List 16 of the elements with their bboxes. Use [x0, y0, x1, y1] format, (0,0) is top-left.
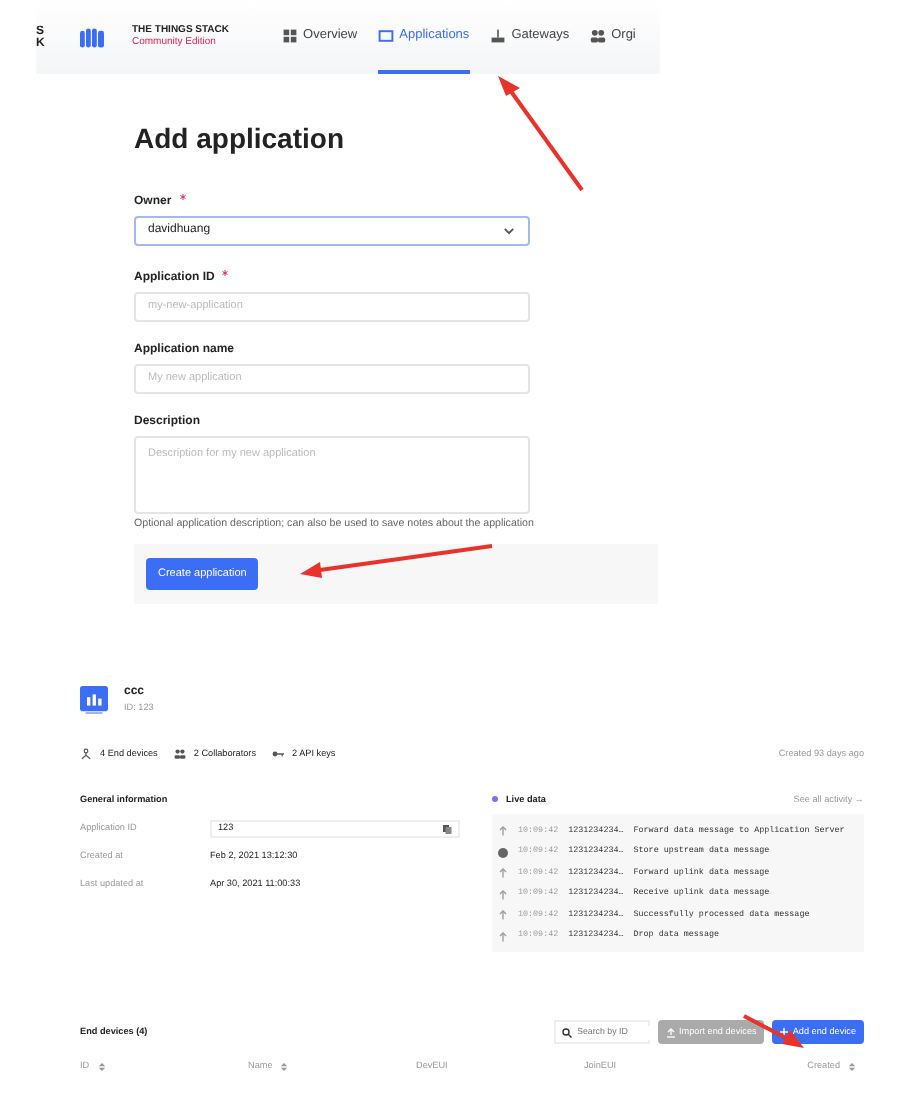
copy-icon [442, 823, 452, 834]
app-icon [80, 685, 108, 714]
page-title: Add application [134, 122, 346, 156]
window-icon [377, 27, 394, 43]
search-icon [561, 1027, 572, 1038]
annotation-arrow [498, 76, 584, 192]
people-icon [173, 748, 186, 761]
upload-icon [665, 1027, 676, 1038]
gateway-icon [489, 27, 506, 43]
chevron-down-icon [502, 223, 516, 238]
node-icon [80, 748, 92, 761]
people-icon [589, 27, 606, 43]
key-icon [272, 748, 285, 761]
live-dot-icon [492, 796, 498, 803]
grid-icon [281, 27, 298, 43]
plus-icon [780, 1028, 789, 1037]
